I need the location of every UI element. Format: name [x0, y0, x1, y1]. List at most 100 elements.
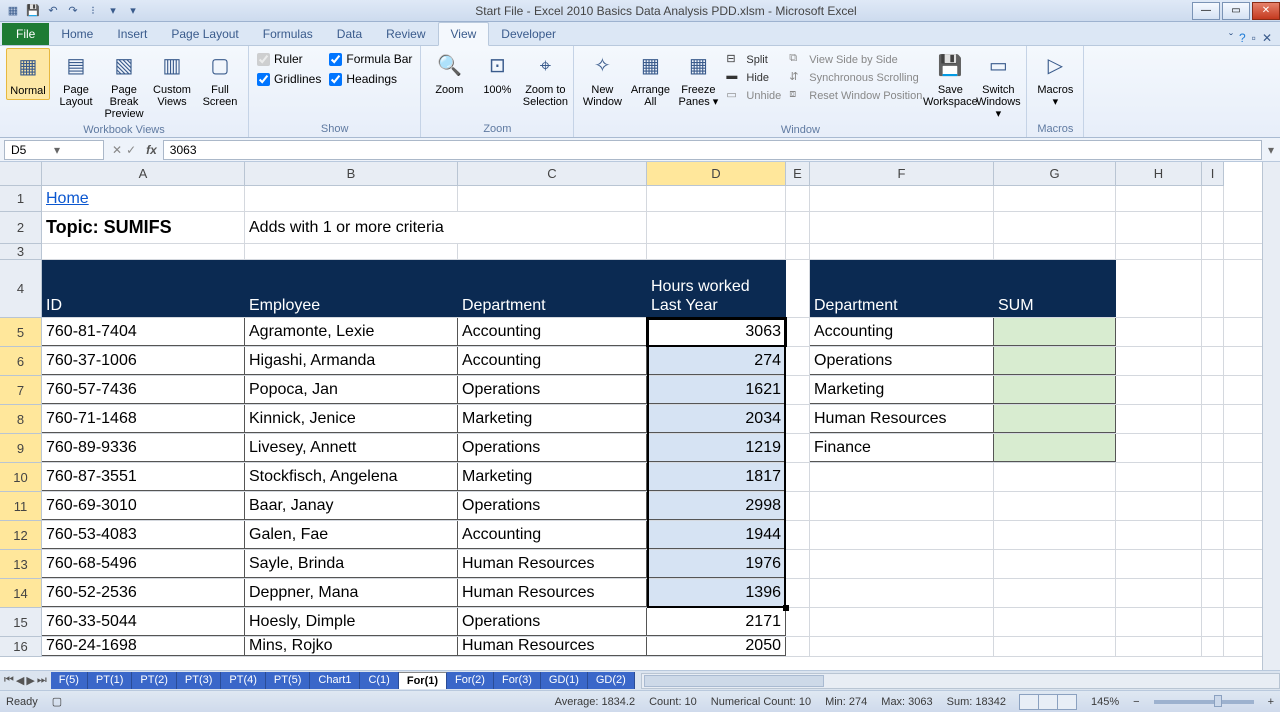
cell[interactable] — [1116, 608, 1202, 636]
cell[interactable] — [786, 212, 810, 243]
zoom-100-button[interactable]: ⊡100% — [475, 48, 519, 98]
header-department2[interactable]: Department — [810, 260, 994, 317]
cell[interactable] — [994, 521, 1116, 549]
fx-button[interactable]: fx — [140, 143, 163, 157]
macros-button[interactable]: ▷Macros ▾ — [1033, 48, 1077, 110]
cell-id[interactable]: 760-33-5044 — [42, 608, 245, 636]
cell-id[interactable]: 760-68-5496 — [42, 550, 245, 578]
arrange-all-button[interactable]: ▦Arrange All — [628, 48, 672, 110]
cell[interactable] — [994, 244, 1116, 259]
cell-hours[interactable]: 1817 — [647, 463, 786, 491]
cell-hours[interactable]: 1396 — [647, 579, 786, 607]
cell-sum-result[interactable] — [994, 434, 1116, 462]
cell[interactable] — [994, 637, 1116, 656]
cell[interactable] — [810, 186, 994, 211]
cell[interactable] — [1202, 347, 1224, 375]
cell[interactable] — [786, 260, 810, 317]
cell[interactable] — [810, 550, 994, 578]
cell[interactable] — [810, 244, 994, 259]
cell-hours[interactable]: 2034 — [647, 405, 786, 433]
cell[interactable] — [1202, 405, 1224, 433]
cell[interactable] — [994, 212, 1116, 243]
sheet-tab[interactable]: For(1) — [399, 672, 447, 689]
cell[interactable] — [786, 637, 810, 656]
column-header[interactable]: C — [458, 162, 647, 186]
next-sheet-icon[interactable]: ▶ — [26, 674, 34, 687]
qat-more-icon[interactable]: ▾ — [124, 2, 142, 20]
cell[interactable] — [1116, 318, 1202, 346]
column-header[interactable]: F — [810, 162, 994, 186]
row-header[interactable]: 15 — [0, 608, 42, 637]
cell[interactable] — [1202, 637, 1224, 656]
qat-btn[interactable]: ▾ — [104, 2, 122, 20]
cell[interactable] — [786, 318, 810, 346]
column-header[interactable]: B — [245, 162, 458, 186]
cell-department[interactable]: Human Resources — [458, 637, 647, 656]
cell[interactable] — [1116, 434, 1202, 462]
select-all-corner[interactable] — [0, 162, 42, 186]
cell[interactable] — [647, 186, 786, 211]
column-header[interactable]: H — [1116, 162, 1202, 186]
cell[interactable] — [1116, 244, 1202, 259]
sheet-tab[interactable]: Chart1 — [310, 672, 360, 689]
description-cell[interactable]: Adds with 1 or more criteria — [245, 212, 647, 243]
view-shortcuts[interactable] — [1020, 694, 1077, 710]
cell-dept-lookup[interactable]: Accounting — [810, 318, 994, 346]
cell-employee[interactable]: Hoesly, Dimple — [245, 608, 458, 636]
tab-review[interactable]: Review — [374, 23, 437, 45]
cell[interactable] — [786, 550, 810, 578]
cell[interactable] — [1202, 318, 1224, 346]
cell[interactable] — [1116, 405, 1202, 433]
redo-icon[interactable]: ↷ — [64, 2, 82, 20]
cell-id[interactable]: 760-52-2536 — [42, 579, 245, 607]
cell-employee[interactable]: Popoca, Jan — [245, 376, 458, 404]
cell-department[interactable]: Operations — [458, 434, 647, 462]
tab-developer[interactable]: Developer — [489, 23, 568, 45]
cell-department[interactable]: Accounting — [458, 521, 647, 549]
row-header[interactable]: 2 — [0, 212, 42, 244]
cell-dept-lookup[interactable]: Operations — [810, 347, 994, 375]
cell-employee[interactable]: Deppner, Mana — [245, 579, 458, 607]
horizontal-scrollbar[interactable] — [641, 673, 1280, 689]
cell[interactable] — [786, 463, 810, 491]
cell[interactable] — [1202, 434, 1224, 462]
first-sheet-icon[interactable]: ⏮ — [4, 674, 14, 687]
full-screen-button[interactable]: ▢Full Screen — [198, 48, 242, 110]
custom-views-button[interactable]: ▥Custom Views — [150, 48, 194, 110]
freeze-panes-button[interactable]: ▦Freeze Panes ▾ — [676, 48, 720, 110]
cell-department[interactable]: Human Resources — [458, 550, 647, 578]
cell[interactable] — [810, 579, 994, 607]
save-workspace-button[interactable]: 💾Save Workspace — [928, 48, 972, 110]
sheet-tab[interactable]: GD(2) — [588, 672, 635, 689]
cell-hours[interactable]: 1944 — [647, 521, 786, 549]
sheet-tab[interactable]: PT(4) — [221, 672, 266, 689]
cell-department[interactable]: Operations — [458, 376, 647, 404]
cell-employee[interactable]: Stockfisch, Angelena — [245, 463, 458, 491]
page-layout-button[interactable]: ▤Page Layout — [54, 48, 98, 110]
cell-id[interactable]: 760-89-9336 — [42, 434, 245, 462]
row-header[interactable]: 3 — [0, 244, 42, 260]
topic-cell[interactable]: Topic: SUMIFS — [42, 212, 245, 243]
cell-sum-result[interactable] — [994, 376, 1116, 404]
switch-windows-button[interactable]: ▭Switch Windows ▾ — [976, 48, 1020, 122]
header-id[interactable]: ID — [42, 260, 245, 317]
row-header[interactable]: 5 — [0, 318, 42, 347]
cell[interactable] — [786, 434, 810, 462]
cell[interactable] — [1202, 376, 1224, 404]
name-box[interactable]: D5▾ — [4, 140, 104, 160]
row-header[interactable]: 16 — [0, 637, 42, 657]
expand-formula-icon[interactable]: ▾ — [1262, 143, 1280, 157]
cell-employee[interactable]: Kinnick, Jenice — [245, 405, 458, 433]
cell[interactable] — [810, 463, 994, 491]
cell-id[interactable]: 760-24-1698 — [42, 637, 245, 656]
cell-id[interactable]: 760-81-7404 — [42, 318, 245, 346]
cell[interactable] — [1116, 347, 1202, 375]
macro-record-icon[interactable]: ▢ — [52, 695, 62, 708]
cell-department[interactable]: Accounting — [458, 318, 647, 346]
zoom-level[interactable]: 145% — [1091, 696, 1119, 708]
cell[interactable] — [1202, 260, 1224, 317]
cell-hours[interactable]: 1219 — [647, 434, 786, 462]
cell[interactable] — [786, 186, 810, 211]
header-hours[interactable]: Hours worked Last Year — [647, 260, 786, 317]
minimize-button[interactable]: — — [1192, 2, 1220, 20]
